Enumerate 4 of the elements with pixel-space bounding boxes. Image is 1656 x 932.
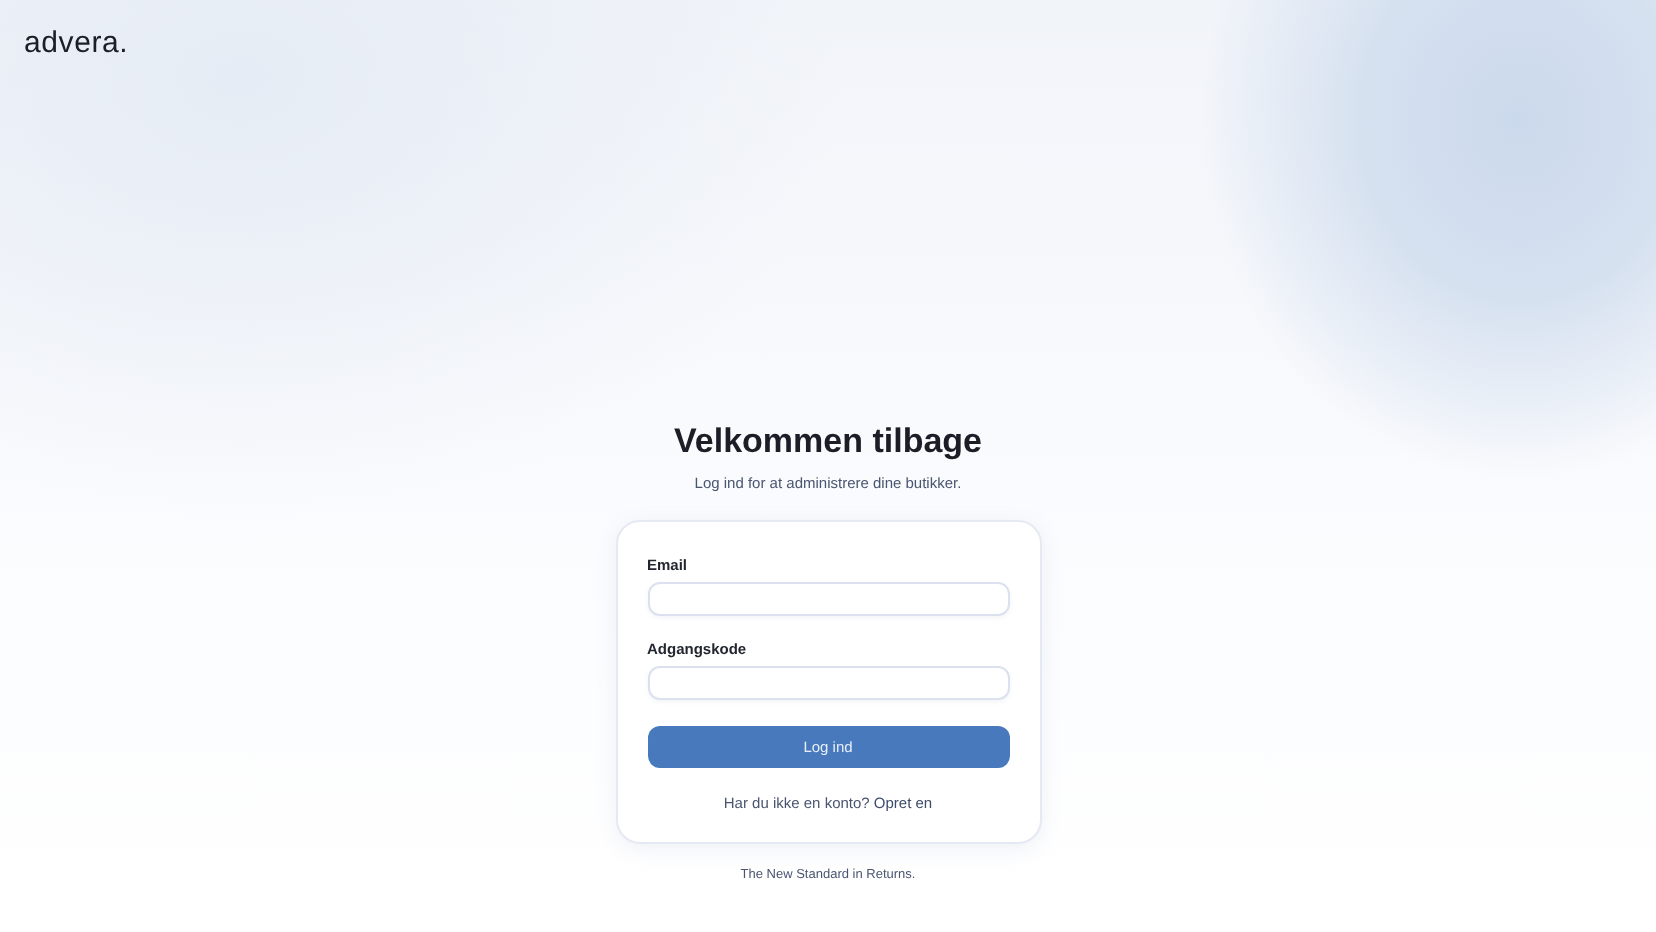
input-field[interactable] — [647, 582, 1009, 616]
input-field[interactable] — [647, 666, 1009, 700]
logo: advera. — [24, 26, 129, 60]
page-title: Velkommen tilbage — [674, 422, 982, 462]
